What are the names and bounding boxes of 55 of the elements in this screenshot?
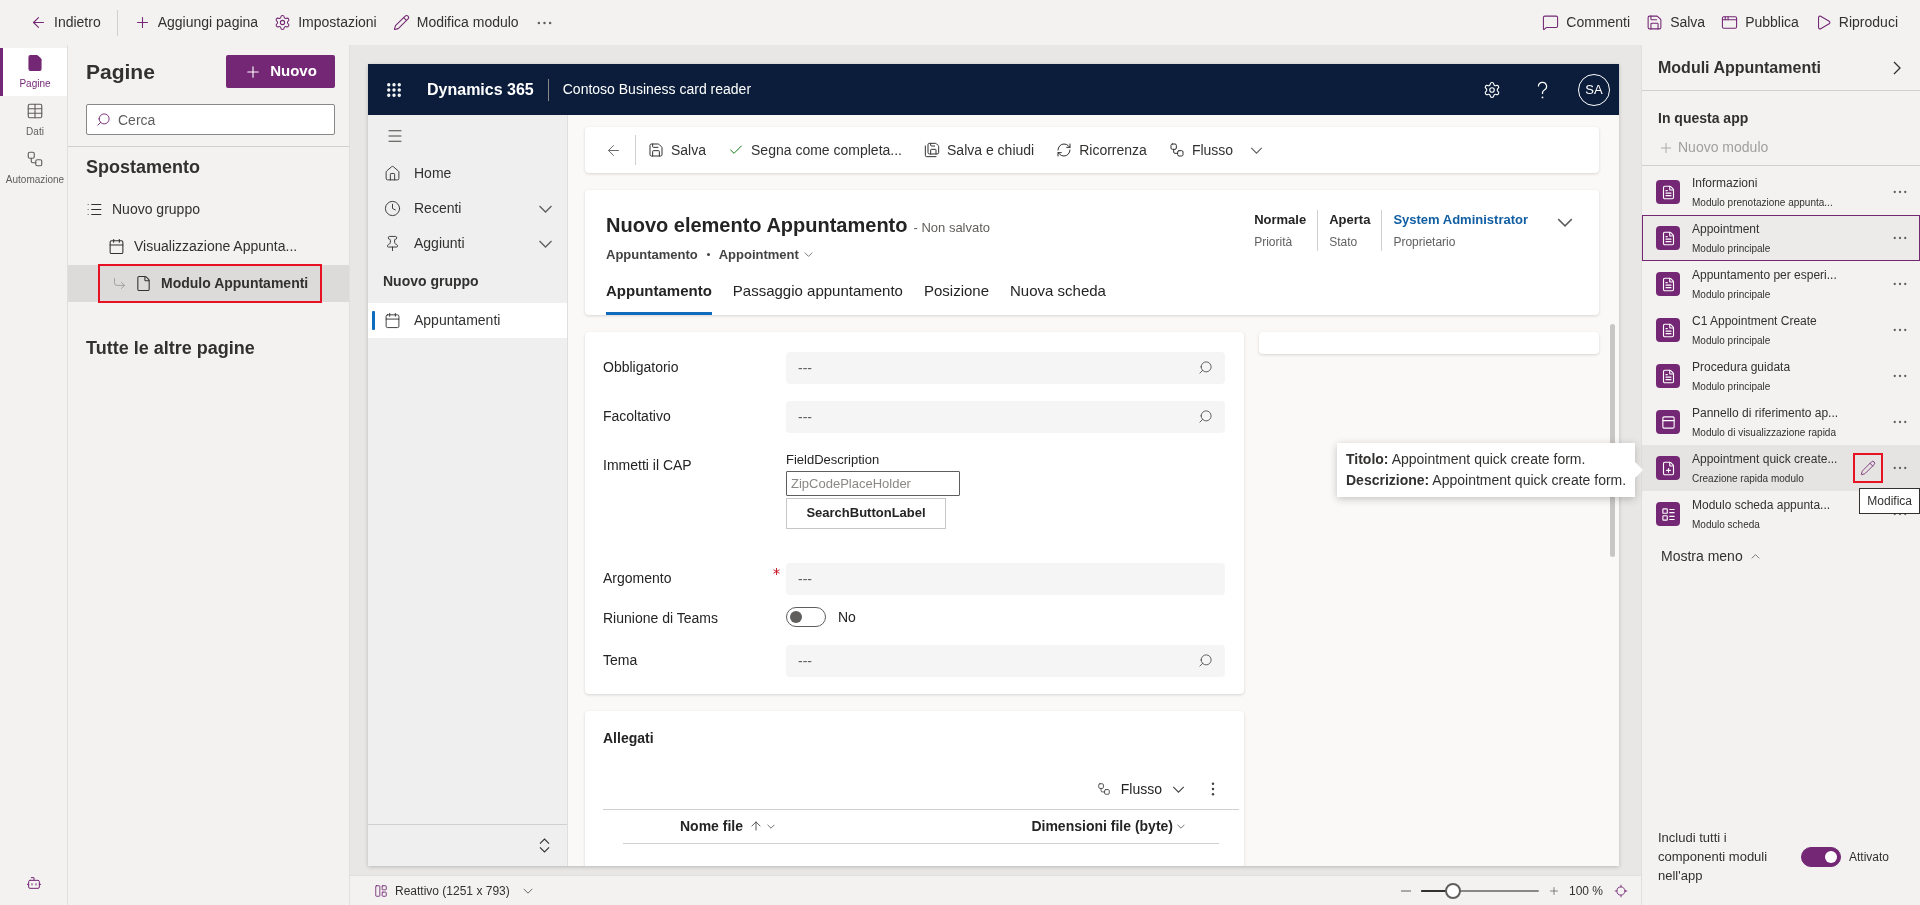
form-type: Modulo principale — [1692, 288, 1771, 302]
form-name: Procedura guidata — [1692, 359, 1791, 376]
form-type: Modulo principale — [1692, 334, 1771, 348]
form-type: Modulo scheda — [1692, 518, 1760, 532]
field-label: Riunione di Teams — [603, 608, 718, 628]
nav-item-label: Recenti — [414, 199, 463, 218]
panel-title: Moduli Appuntamenti — [1658, 57, 1821, 78]
field-label: Immetti il CAP — [603, 456, 692, 475]
form-name: Appointment quick create... — [1692, 451, 1838, 468]
section-heading: Tutte le altre pagine — [86, 338, 255, 358]
setting-label: Includi tutti i componenti moduli nell'app — [1658, 829, 1769, 885]
edit-tooltip: Modifica — [1859, 488, 1920, 514]
header-value: Normale — [1254, 211, 1307, 229]
form-type: Modulo principale — [1692, 242, 1771, 256]
field-label: Obbligatorio — [603, 358, 679, 377]
header-label: Proprietario — [1393, 233, 1457, 251]
entity-name: Appuntamento — [606, 246, 698, 264]
form-name: C1 Appointment Create — [1692, 313, 1817, 330]
section-heading: Spostamento — [86, 157, 200, 177]
field-description: FieldDescription — [786, 451, 880, 469]
tree-item-label: Modulo Appuntamenti — [161, 274, 309, 293]
nav-item-label: Appuntamenti — [414, 311, 501, 330]
header-label: Priorità — [1254, 233, 1294, 251]
form-name: Informazioni — [1692, 175, 1758, 192]
save-status: - Non salvato — [913, 219, 991, 237]
nav-item-label: Home — [414, 164, 453, 183]
new-form-button: Nuovo modulo — [1658, 137, 1769, 158]
form-type: Modulo di visualizzazione rapida — [1692, 426, 1836, 440]
form-name: Modulo scheda appunta... — [1692, 497, 1831, 514]
form-name: Pannello di riferimento ap... — [1692, 405, 1839, 422]
app-name: Contoso Business card reader — [562, 80, 752, 99]
nav-item-label: Aggiunti — [414, 234, 466, 253]
form-type: Creazione rapida modulo — [1692, 472, 1804, 486]
form-type: Modulo prenotazione appunta... — [1692, 196, 1833, 210]
field-label: Tema — [603, 650, 638, 670]
header-label: Stato — [1329, 233, 1359, 251]
field-label: Argomento — [603, 568, 672, 588]
header-value: Aperta — [1329, 211, 1371, 229]
tooltip-line: Descrizione: Appointment quick create form. — [1346, 471, 1627, 490]
tooltip-line: Titolo: Appointment quick create form. — [1346, 450, 1587, 469]
toggle-value: No — [838, 607, 856, 627]
toggle-value: Attivato — [1849, 848, 1890, 866]
section-title: Allegati — [603, 729, 654, 746]
field-label: Facoltativo — [603, 407, 671, 426]
form-name: Appointment — [1692, 221, 1760, 238]
zoom-reading: 100 % — [1568, 882, 1603, 900]
section-heading: In questa app — [1658, 110, 1749, 126]
brand-name: Dynamics 365 — [427, 79, 534, 100]
form-type: Modulo principale — [1692, 380, 1771, 394]
tree-item-label: Visualizzazione Appunta... — [134, 237, 298, 256]
nav-group-heading: Nuovo gruppo — [383, 273, 479, 289]
form-name: Appuntamento per esperi... — [1692, 267, 1837, 284]
tree-item-label: Nuovo gruppo — [112, 200, 200, 219]
panel-title: Pagine — [86, 58, 155, 85]
record-title: Nuovo elemento Appuntamento — [606, 213, 908, 238]
